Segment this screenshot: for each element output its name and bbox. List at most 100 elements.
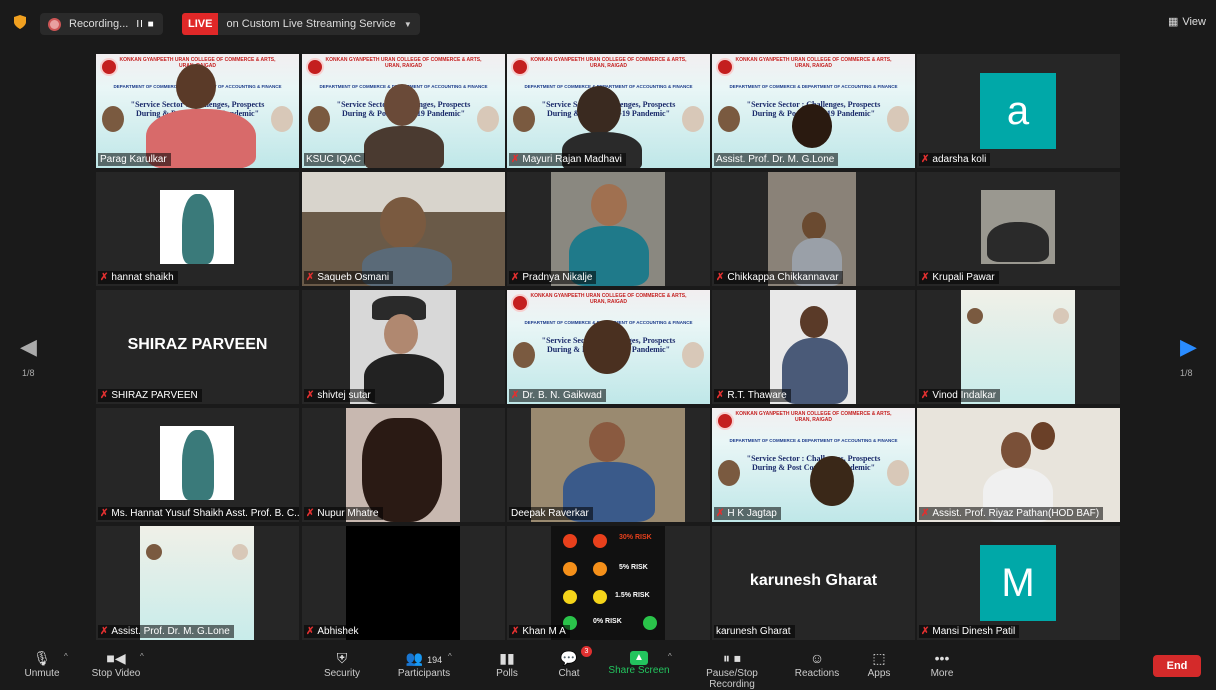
participant-tile[interactable]: ✗ Saqueb Osmani: [302, 172, 505, 286]
mic-off-icon: ✗: [306, 626, 315, 637]
participant-name: KSUC IQAC: [304, 153, 366, 166]
participant-tile[interactable]: a ✗ adarsha koli: [917, 54, 1120, 168]
participant-tile[interactable]: ✗ Assist. Prof. Dr. M. G.Lone: [96, 526, 299, 640]
participant-tile[interactable]: KONKAN GYANPEETH URAN COLLEGE OF COMMERC…: [507, 290, 710, 404]
live-service-label: on Custom Live Streaming Service: [226, 18, 396, 30]
share-screen-button[interactable]: ▲ Share Screen ^: [608, 648, 672, 676]
participant-name: Assist. Prof. Dr. M. G.Lone: [714, 153, 839, 166]
stop-video-label: Stop Video: [91, 668, 141, 679]
participant-tile[interactable]: ✗ Vinod Indalkar: [917, 290, 1120, 404]
chevron-up-icon[interactable]: ^: [448, 652, 452, 661]
unmute-button[interactable]: 🎙 Unmute ^: [20, 648, 67, 679]
mic-off-icon: ✗: [716, 508, 725, 519]
shield-icon[interactable]: [14, 15, 26, 29]
participant-tile[interactable]: KONKAN GYANPEETH URAN COLLEGE OF COMMERC…: [302, 54, 505, 168]
page-indicator-left: 1/8: [22, 368, 35, 378]
participant-tile[interactable]: ✗ Abhishek: [302, 526, 505, 640]
grid-view-icon: ▦: [1167, 16, 1179, 28]
chevron-up-icon[interactable]: ^: [668, 652, 672, 661]
mic-off-icon: ✗: [921, 154, 930, 165]
chevron-up-icon[interactable]: ^: [140, 652, 144, 661]
participant-tile[interactable]: ✗ R.T. Thaware: [712, 290, 915, 404]
security-button[interactable]: ⛨ Security: [320, 648, 364, 679]
pause-stop-icon: ⏸ ⏹: [723, 650, 741, 666]
participants-count: 194: [427, 655, 443, 665]
participant-tile[interactable]: KONKAN GYANPEETH URAN COLLEGE OF COMMERC…: [712, 408, 915, 522]
previous-page-arrow-icon[interactable]: ◀: [20, 334, 37, 360]
recording-indicator[interactable]: Recording... II ■: [40, 13, 163, 35]
mic-off-icon: ✗: [511, 154, 520, 165]
participant-tile[interactable]: KONKAN GYANPEETH URAN COLLEGE OF COMMERC…: [96, 54, 299, 168]
participant-video: [384, 84, 420, 126]
pause-stop-recording-button[interactable]: ⏸ ⏹ Pause/Stop Recording: [682, 648, 782, 690]
participant-name: ✗ Mansi Dinesh Patil: [919, 625, 1020, 638]
live-stream-indicator[interactable]: LIVE on Custom Live Streaming Service ▼: [182, 13, 420, 35]
participant-tile[interactable]: Deepak Raverkar: [507, 408, 710, 522]
participant-tile-active-speaker[interactable]: KONKAN GYANPEETH URAN COLLEGE OF COMMERC…: [712, 54, 915, 168]
next-page-arrow-icon[interactable]: ▶: [1180, 334, 1197, 360]
video-camera-icon: ■◀: [106, 650, 126, 666]
participant-tile[interactable]: ✗ Ms. Hannat Yusuf Shaikh Asst. Prof. B. …: [96, 408, 299, 522]
guest-photo: [102, 106, 124, 132]
reactions-button[interactable]: ☺ Reactions: [794, 648, 840, 679]
view-button[interactable]: ▦ View: [1167, 15, 1206, 29]
participant-name: ✗ Mayuri Rajan Madhavi: [509, 153, 626, 166]
participant-video: [802, 212, 826, 240]
chevron-down-icon[interactable]: ▼: [404, 20, 412, 29]
guest-photo: [967, 308, 983, 324]
polls-button[interactable]: ▮▮ Polls: [492, 648, 522, 679]
participant-name: ✗ R.T. Thaware: [714, 389, 791, 402]
participant-tile[interactable]: 30% RISK 5% RISK 1.5% RISK 0% RISK ✗ Khan…: [507, 526, 710, 640]
chevron-up-icon[interactable]: ^: [64, 652, 68, 661]
recording-dot-icon: [48, 17, 61, 31]
view-label: View: [1182, 15, 1206, 28]
polls-label: Polls: [496, 668, 518, 679]
participant-tile[interactable]: ✗ Krupali Pawar: [917, 172, 1120, 286]
participant-video: [1001, 432, 1031, 468]
recording-controls[interactable]: II ■: [136, 19, 154, 30]
mic-off-icon: ✗: [306, 390, 315, 401]
participant-tile[interactable]: ✗ shivtej sutar: [302, 290, 505, 404]
stop-video-button[interactable]: ■◀ Stop Video ^: [88, 648, 144, 679]
participant-name: ✗ adarsha koli: [919, 153, 991, 166]
mic-off-icon: ✗: [921, 272, 930, 283]
participant-tile[interactable]: KONKAN GYANPEETH URAN COLLEGE OF COMMERC…: [507, 54, 710, 168]
participant-tile[interactable]: SHIRAZ PARVEEN ✗ SHIRAZ PARVEEN: [96, 290, 299, 404]
participant-name: ✗ SHIRAZ PARVEEN: [98, 389, 202, 402]
participant-name: Parag Karulkar: [98, 153, 171, 166]
participant-video: [589, 422, 625, 462]
mic-off-icon: ✗: [100, 390, 109, 401]
guest-photo: [232, 544, 248, 560]
end-meeting-button[interactable]: End: [1153, 655, 1201, 677]
guest-photo: [718, 460, 740, 486]
participant-tile[interactable]: ✗ Nupur Mhatre: [302, 408, 505, 522]
person-icon: [593, 562, 607, 576]
participant-tile[interactable]: ✗ hannat shaikh: [96, 172, 299, 286]
apps-button[interactable]: ⬚ Apps: [866, 648, 892, 679]
participant-video: [782, 338, 848, 404]
guest-photo: [718, 106, 740, 132]
more-button[interactable]: ••• More: [928, 648, 956, 679]
participant-video: [792, 104, 832, 148]
polls-icon: ▮▮: [499, 650, 515, 666]
person-icon: [593, 534, 607, 548]
risk-label: 1.5% RISK: [615, 592, 650, 599]
conference-poster: [961, 290, 1075, 404]
participant-video: [577, 86, 621, 134]
mic-off-icon: ✗: [921, 508, 930, 519]
chat-button[interactable]: 💬 3 Chat: [554, 646, 592, 679]
black-video: [346, 526, 460, 640]
reactions-label: Reactions: [794, 668, 840, 679]
participant-name: ✗ Nupur Mhatre: [304, 507, 383, 520]
participant-tile[interactable]: M ✗ Mansi Dinesh Patil: [917, 526, 1120, 640]
conference-poster: [140, 526, 254, 640]
participant-tile[interactable]: ✗ Chikkappa Chikkannavar: [712, 172, 915, 286]
participants-button[interactable]: 👥 194 Participants ^: [396, 648, 452, 679]
participant-video: [380, 197, 426, 249]
participant-tile[interactable]: ✗ Assist. Prof. Riyaz Pathan(HOD BAF): [917, 408, 1120, 522]
participant-tile[interactable]: ✗ Pradnya Nikalje: [507, 172, 710, 286]
participant-tile[interactable]: karunesh Gharat karunesh Gharat: [712, 526, 915, 640]
participant-name: ✗ Dr. B. N. Gaikwad: [509, 389, 606, 402]
person-icon: [643, 616, 657, 630]
guest-photo: [477, 106, 499, 132]
